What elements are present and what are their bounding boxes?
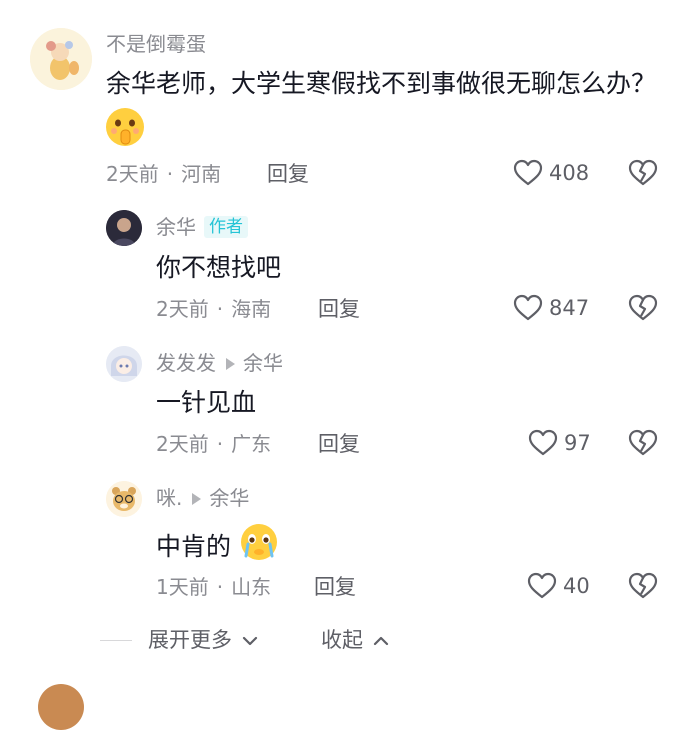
reply-location: 海南: [231, 297, 272, 321]
chevron-up-icon: [373, 636, 388, 646]
collapse-label: 收起: [321, 628, 363, 652]
like-count: 847: [549, 296, 590, 320]
crying-face-icon: [239, 522, 279, 574]
like-button[interactable]: 847: [513, 294, 589, 322]
dislike-button[interactable]: [628, 572, 658, 604]
reply-location: 山东: [231, 575, 272, 599]
heart-icon: [528, 429, 558, 456]
like-count: 97: [564, 431, 591, 455]
like-count: 408: [549, 161, 590, 185]
heart-icon: [527, 572, 557, 599]
chevron-down-icon: [242, 636, 257, 646]
comment-text: 余华老师，大学生寒假找不到事做很无聊怎么办？: [106, 68, 656, 100]
reply-username-text: 咪.: [156, 486, 183, 510]
reply-username-text: 余华: [156, 215, 196, 239]
avatar[interactable]: [106, 210, 142, 246]
broken-heart-icon: [628, 572, 658, 599]
like-button[interactable]: 97: [528, 429, 591, 457]
dislike-button[interactable]: [628, 294, 658, 326]
reply-username[interactable]: 发发发 余华: [156, 351, 283, 375]
reply-meta: 2天前 · 广东: [156, 432, 272, 456]
reply-button[interactable]: 回复: [318, 297, 360, 321]
comment-meta: 2天前 · 河南: [106, 162, 222, 186]
reply-button[interactable]: 回复: [314, 575, 356, 599]
comment-username[interactable]: 不是倒霉蛋: [106, 32, 206, 56]
reply-text: 你不想找吧: [156, 253, 282, 282]
like-count: 40: [563, 574, 590, 598]
dislike-button[interactable]: [628, 429, 658, 461]
broken-heart-icon: [628, 429, 658, 456]
reply-arrow-icon: [192, 492, 202, 505]
reply-meta: 1天前 · 山东: [156, 575, 272, 599]
heart-icon: [513, 294, 543, 321]
broken-heart-icon: [628, 294, 658, 321]
reply-arrow-icon: [226, 357, 235, 370]
avatar-anime-icon: [106, 346, 142, 382]
expand-more-button[interactable]: 展开更多: [148, 628, 259, 652]
reply-text: 中肯的: [156, 522, 279, 574]
like-button[interactable]: 408: [513, 159, 589, 187]
reply-username[interactable]: 咪. 余华: [156, 486, 249, 510]
reply-username[interactable]: 余华 作者: [156, 215, 248, 239]
reply-time: 1天前: [156, 575, 209, 599]
divider-line: [100, 640, 132, 641]
reply-to-username: 余华: [209, 486, 250, 510]
avatar[interactable]: [106, 481, 142, 517]
reply-to-username: 余华: [243, 351, 283, 375]
like-button[interactable]: 40: [527, 572, 590, 600]
avatar[interactable]: [30, 28, 92, 90]
expand-more-label: 展开更多: [148, 628, 232, 652]
comment-location: 河南: [181, 162, 222, 186]
reply-meta: 2天前 · 海南: [156, 297, 272, 321]
comment-time: 2天前: [106, 162, 159, 186]
comment-text-body: 余华老师，大学生寒假找不到事做很无聊怎么办？: [106, 69, 657, 98]
collapse-button[interactable]: 收起: [321, 628, 390, 652]
avatar[interactable]: [106, 346, 142, 382]
reply-button[interactable]: 回复: [267, 162, 309, 186]
avatar-photo-icon: [106, 210, 142, 246]
broken-heart-icon: [628, 159, 658, 186]
reply-time: 2天前: [156, 297, 209, 321]
reply-time: 2天前: [156, 432, 209, 456]
avatar-bear-icon: [106, 481, 142, 517]
reply-username-text: 发发发: [156, 351, 216, 375]
reply-text: 一针见血: [156, 388, 257, 417]
heart-icon: [513, 159, 543, 186]
reply-location: 广东: [231, 432, 272, 456]
author-badge: 作者: [204, 216, 248, 238]
avatar[interactable]: [38, 684, 84, 730]
reply-button[interactable]: 回复: [318, 432, 360, 456]
reply-text-body: 中肯的: [156, 532, 232, 561]
dislike-button[interactable]: [628, 159, 658, 191]
avatar-illustration-icon: [30, 28, 92, 90]
shushing-face-icon: [104, 106, 146, 148]
